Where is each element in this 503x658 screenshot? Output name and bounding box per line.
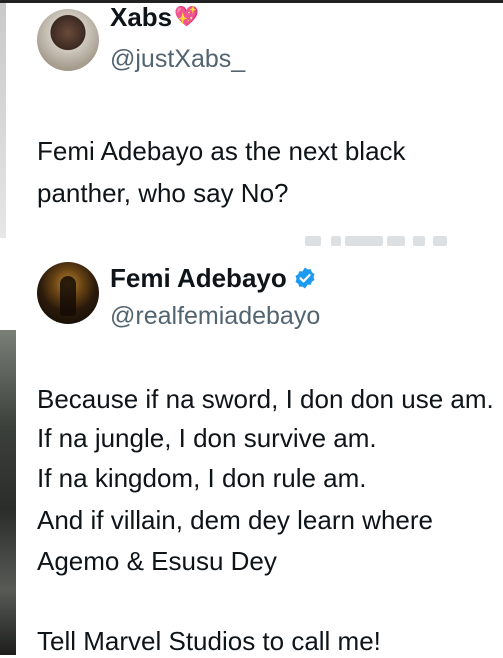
verified-badge-icon (293, 266, 317, 296)
handle[interactable]: @realfemiadebayo (110, 301, 320, 331)
quote-text-line: Agemo & Esusu Dey (37, 546, 277, 576)
handle[interactable]: @justXabs_ (110, 44, 245, 74)
quote-text-line: Tell Marvel Studios to call me! (37, 626, 381, 656)
display-name-text[interactable]: Femi Adebayo (110, 263, 287, 293)
avatar-figure (60, 276, 76, 316)
top-border (0, 0, 503, 3)
tweet-text-line: Femi Adebayo as the next black (37, 136, 406, 166)
sparkling-heart-icon: 💖 (174, 6, 200, 28)
background-image-edge (0, 3, 6, 238)
quote-text-line: If na jungle, I don survive am. (37, 423, 377, 453)
avatar[interactable] (37, 262, 99, 324)
tweet-text-line: panther, who say No? (37, 178, 289, 208)
avatar[interactable] (37, 9, 99, 71)
quote-text-line: And if villain, dem dey learn where (37, 505, 433, 535)
quote-text-line: If na kingdom, I don rule am. (37, 463, 367, 493)
background-image-edge (0, 330, 16, 655)
display-name[interactable]: Femi Adebayo (110, 263, 317, 296)
display-name[interactable]: Xabs 💖 (110, 2, 199, 32)
quote-text-line: Because if na sword, I don don use am. (37, 384, 494, 414)
display-name-text[interactable]: Xabs (110, 2, 172, 32)
